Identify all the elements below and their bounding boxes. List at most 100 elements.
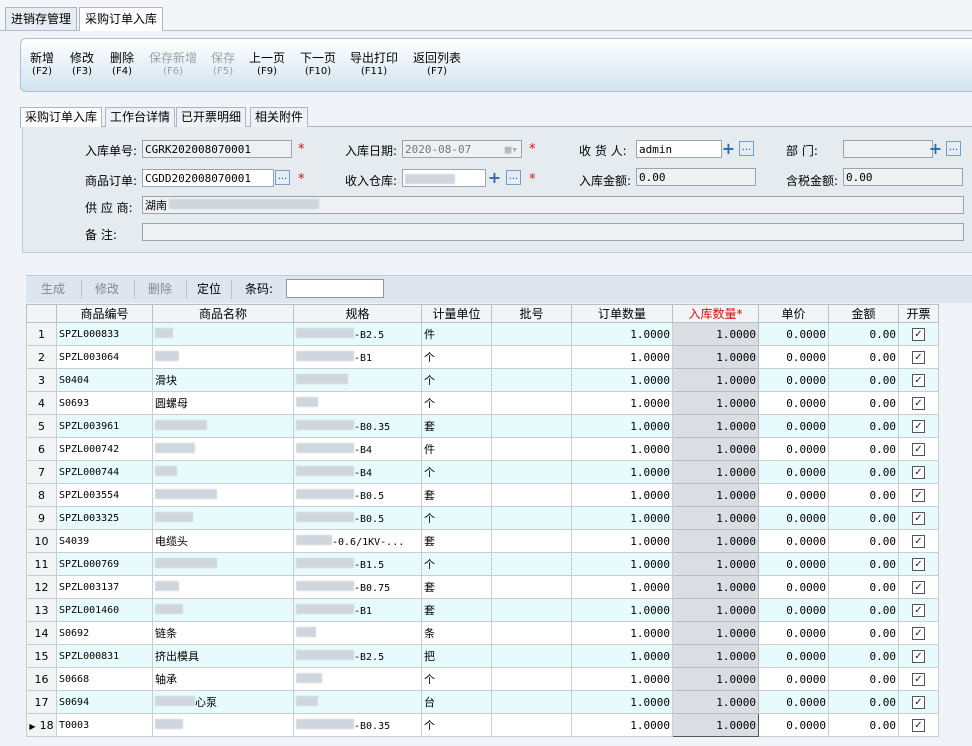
back-to-list-button[interactable]: 返回列表 (F7) <box>413 51 461 79</box>
add-icon[interactable]: + <box>487 170 502 186</box>
row-number[interactable]: ▶ 18 <box>26 713 57 737</box>
cell-name[interactable] <box>152 598 294 622</box>
table-row[interactable]: 10 S4039 电缆头 -0.6/1KV-... 套 1.0000 1.0000 0.000… <box>26 529 939 553</box>
table-row[interactable]: 17 S0694 心泵台 1.0000 1.0000 0.0000 0.00 ✓ <box>26 690 939 714</box>
cell-amount[interactable]: 0.00 <box>828 621 899 645</box>
row-number[interactable]: 15 <box>26 644 57 668</box>
cell-spec[interactable]: -B0.75 <box>293 575 422 599</box>
cell-spec[interactable] <box>293 391 422 415</box>
browse-order-button[interactable]: ... <box>275 170 290 185</box>
cell-order-qty[interactable]: 1.0000 <box>571 529 673 553</box>
table-row[interactable]: ▶ 18 T0003 -B0.35 个 1.0000 1.0000 0.0000 0.00 ✓ <box>26 713 939 737</box>
receiver-field[interactable]: admin <box>636 140 722 158</box>
invoice-checkbox[interactable]: ✓ <box>912 719 925 732</box>
cell-order-qty[interactable]: 1.0000 <box>571 345 673 369</box>
cell-batch[interactable] <box>491 690 572 714</box>
cell-amount[interactable]: 0.00 <box>828 644 899 668</box>
browse-warehouse-button[interactable]: ... <box>506 170 521 185</box>
cell-spec[interactable]: -B0.5 <box>293 506 422 530</box>
cell-unit[interactable]: 件 <box>421 437 492 461</box>
cell-price[interactable]: 0.0000 <box>758 552 829 576</box>
row-number[interactable]: 13 <box>26 598 57 622</box>
cell-unit[interactable]: 个 <box>421 667 492 691</box>
supplier-field[interactable]: 湖南 <box>142 196 964 214</box>
cell-invoice[interactable]: ✓ <box>898 713 939 737</box>
cell-batch[interactable] <box>491 644 572 668</box>
row-edit-button[interactable]: 修改 <box>82 276 132 303</box>
row-delete-button[interactable]: 删除 <box>135 276 185 303</box>
calendar-dropdown-icon[interactable]: ▦▾ <box>505 141 518 157</box>
table-row[interactable]: 7 SPZL000744 -B4 个 1.0000 1.0000 0.0000 0.00 ✓ <box>26 460 939 484</box>
cell-unit[interactable]: 套 <box>421 598 492 622</box>
cell-amount[interactable]: 0.00 <box>828 391 899 415</box>
cell-code[interactable]: S0692 <box>56 621 153 645</box>
cell-in-qty[interactable]: 1.0000 <box>672 391 759 415</box>
row-number[interactable]: 10 <box>26 529 57 553</box>
receipt-no-field[interactable]: CGRK202008070001 <box>142 140 292 158</box>
table-row[interactable]: 13 SPZL001460 -B1 套 1.0000 1.0000 0.0000 0.00 ✓ <box>26 598 939 622</box>
cell-name[interactable]: 链条 <box>152 621 294 645</box>
cell-batch[interactable] <box>491 437 572 461</box>
cell-price[interactable]: 0.0000 <box>758 483 829 507</box>
cell-unit[interactable]: 台 <box>421 690 492 714</box>
cell-spec[interactable]: -B2.5 <box>293 644 422 668</box>
cell-batch[interactable] <box>491 414 572 438</box>
cell-order-qty[interactable]: 1.0000 <box>571 437 673 461</box>
cell-name[interactable]: 轴承 <box>152 667 294 691</box>
cell-code[interactable]: S4039 <box>56 529 153 553</box>
cell-unit[interactable]: 条 <box>421 621 492 645</box>
cell-amount[interactable]: 0.00 <box>828 598 899 622</box>
cell-price[interactable]: 0.0000 <box>758 713 829 737</box>
cell-batch[interactable] <box>491 368 572 392</box>
row-number[interactable]: 11 <box>26 552 57 576</box>
invoice-checkbox[interactable]: ✓ <box>912 443 925 456</box>
cell-spec[interactable]: -B2.5 <box>293 322 422 346</box>
invoice-checkbox[interactable]: ✓ <box>912 328 925 341</box>
cell-price[interactable]: 0.0000 <box>758 575 829 599</box>
cell-price[interactable]: 0.0000 <box>758 322 829 346</box>
cell-invoice[interactable]: ✓ <box>898 368 939 392</box>
cell-price[interactable]: 0.0000 <box>758 598 829 622</box>
col-header-in-qty[interactable]: 入库数量* <box>672 304 759 323</box>
invoice-checkbox[interactable]: ✓ <box>912 512 925 525</box>
cell-unit[interactable]: 个 <box>421 391 492 415</box>
cell-order-qty[interactable]: 1.0000 <box>571 552 673 576</box>
cell-order-qty[interactable]: 1.0000 <box>571 483 673 507</box>
invoice-checkbox[interactable]: ✓ <box>912 673 925 686</box>
col-header-unit[interactable]: 计量单位 <box>421 304 492 323</box>
cell-name[interactable] <box>152 414 294 438</box>
invoice-checkbox[interactable]: ✓ <box>912 604 925 617</box>
cell-name[interactable]: 挤出模具 <box>152 644 294 668</box>
row-number[interactable]: 1 <box>26 322 57 346</box>
cell-unit[interactable]: 个 <box>421 713 492 737</box>
tab-invoiced-detail[interactable]: 已开票明细 <box>176 107 247 127</box>
cell-unit[interactable]: 套 <box>421 483 492 507</box>
cell-name[interactable] <box>152 506 294 530</box>
table-row[interactable]: 15 SPZL000831 挤出模具 -B2.5 把 1.0000 1.0000 0.0000… <box>26 644 939 668</box>
row-number[interactable]: 17 <box>26 690 57 714</box>
table-row[interactable]: 9 SPZL003325 -B0.5 个 1.0000 1.0000 0.0000 0.00 ✓ <box>26 506 939 530</box>
invoice-checkbox[interactable]: ✓ <box>912 627 925 640</box>
cell-invoice[interactable]: ✓ <box>898 345 939 369</box>
cell-amount[interactable]: 0.00 <box>828 414 899 438</box>
cell-batch[interactable] <box>491 621 572 645</box>
col-header-amount[interactable]: 金额 <box>828 304 899 323</box>
invoice-checkbox[interactable]: ✓ <box>912 650 925 663</box>
cell-order-qty[interactable]: 1.0000 <box>571 713 673 737</box>
cell-batch[interactable] <box>491 391 572 415</box>
cell-unit[interactable]: 个 <box>421 552 492 576</box>
invoice-checkbox[interactable]: ✓ <box>912 374 925 387</box>
cell-invoice[interactable]: ✓ <box>898 414 939 438</box>
generate-button[interactable]: 生成 <box>26 276 80 303</box>
cell-invoice[interactable]: ✓ <box>898 322 939 346</box>
cell-code[interactable]: SPZL003064 <box>56 345 153 369</box>
cell-invoice[interactable]: ✓ <box>898 483 939 507</box>
row-number[interactable]: 6 <box>26 437 57 461</box>
cell-order-qty[interactable]: 1.0000 <box>571 322 673 346</box>
cell-invoice[interactable]: ✓ <box>898 437 939 461</box>
cell-unit[interactable]: 个 <box>421 460 492 484</box>
cell-price[interactable]: 0.0000 <box>758 690 829 714</box>
tab-purchase-receipt[interactable]: 采购订单入库 <box>79 7 164 31</box>
cell-code[interactable]: SPZL000744 <box>56 460 153 484</box>
cell-in-qty[interactable]: 1.0000 <box>672 322 759 346</box>
